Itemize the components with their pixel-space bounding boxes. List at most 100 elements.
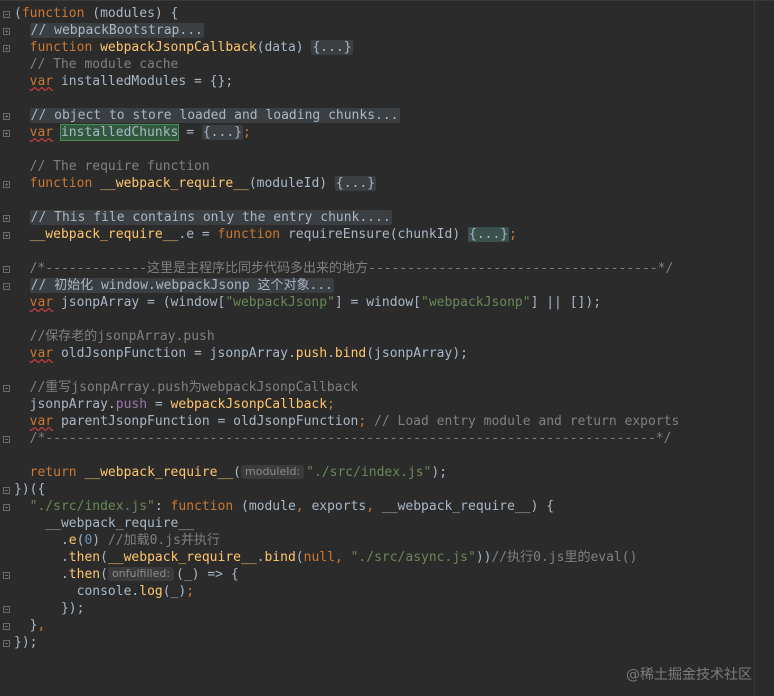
code-line[interactable]: }); bbox=[14, 600, 754, 617]
fold-collapse-icon[interactable] bbox=[3, 283, 10, 290]
code-line[interactable]: // object to store loaded and loading ch… bbox=[14, 107, 754, 124]
code-line[interactable]: (function (modules) { bbox=[14, 5, 754, 22]
code-line[interactable]: var installedModules = {}; bbox=[14, 73, 754, 90]
folded-code-placeholder[interactable]: {...} bbox=[468, 227, 510, 242]
comment-token: /*--------------------------------------… bbox=[29, 431, 672, 446]
fold-expand-icon[interactable] bbox=[3, 45, 10, 52]
code-line[interactable]: // The require function bbox=[14, 158, 754, 175]
code-line[interactable]: var oldJsonpFunction = jsonpArray.push.b… bbox=[14, 345, 754, 362]
fold-collapse-icon[interactable] bbox=[3, 572, 10, 579]
comment-token: // The module cache bbox=[29, 57, 179, 72]
folded-comment[interactable]: // webpackBootstrap... bbox=[29, 23, 204, 38]
string-token: "webpackJsonp" bbox=[225, 295, 335, 310]
code-line[interactable]: // 初始化 window.webpackJsonp 这个对象... bbox=[14, 277, 754, 294]
fold-expand-icon[interactable] bbox=[3, 181, 10, 188]
keyword-token: var bbox=[29, 125, 54, 140]
folded-comment[interactable]: // This file contains only the entry chu… bbox=[29, 210, 392, 225]
code-line[interactable]: function webpackJsonpCallback(data) {...… bbox=[14, 39, 754, 56]
keyword-token: null bbox=[303, 550, 335, 565]
code-line[interactable]: __webpack_require__ bbox=[14, 515, 754, 532]
code-line[interactable]: function __webpack_require__(moduleId) {… bbox=[14, 175, 754, 192]
folded-comment[interactable]: // 初始化 window.webpackJsonp 这个对象... bbox=[29, 278, 334, 293]
code-line[interactable]: __webpack_require__.e = function require… bbox=[14, 226, 754, 243]
folded-code-placeholder[interactable]: {...} bbox=[311, 40, 353, 55]
selected-identifier[interactable]: installedChunks bbox=[59, 124, 180, 141]
fold-expand-icon[interactable] bbox=[3, 28, 10, 35]
code-token: . bbox=[60, 533, 69, 548]
comment-token: //保存老的jsonpArray.push bbox=[29, 329, 215, 344]
keyword-token: function bbox=[21, 6, 85, 21]
code-line[interactable]: var jsonpArray = (window["webpackJsonp"]… bbox=[14, 294, 754, 311]
code-line[interactable]: }); bbox=[14, 634, 754, 651]
folded-comment[interactable]: // object to store loaded and loading ch… bbox=[29, 108, 400, 123]
code-token: )) bbox=[475, 550, 492, 565]
keyword-token: var bbox=[29, 414, 54, 429]
fold-collapse-icon[interactable] bbox=[3, 266, 10, 273]
code-lines[interactable]: (function (modules) { // webpackBootstra… bbox=[14, 5, 754, 685]
code-line[interactable]: // The module cache bbox=[14, 56, 754, 73]
code-token: exports bbox=[303, 499, 367, 514]
code-line[interactable]: //重写jsonpArray.push为webpackJsonpCallback bbox=[14, 379, 754, 396]
fold-collapse-icon[interactable] bbox=[3, 623, 10, 630]
code-line[interactable]: var parentJsonpFunction = oldJsonpFuncti… bbox=[14, 413, 754, 430]
code-line[interactable]: //保存老的jsonpArray.push bbox=[14, 328, 754, 345]
fold-expand-icon[interactable] bbox=[3, 113, 10, 120]
code-token: (moduleId) bbox=[248, 176, 335, 191]
code-token: parentJsonpFunction = oldJsonpFunction bbox=[53, 414, 359, 429]
code-token: }); bbox=[60, 601, 85, 616]
code-line[interactable]: return __webpack_require__(moduleId: "./s… bbox=[14, 464, 754, 481]
code-line[interactable]: "./src/index.js": function (module, expo… bbox=[14, 498, 754, 515]
fold-collapse-icon[interactable] bbox=[3, 11, 10, 18]
code-line[interactable]: /*-------------这里是主程序比同步代码多出来的地方--------… bbox=[14, 260, 754, 277]
function-name-token: __webpack_require__ bbox=[100, 176, 249, 191]
code-line[interactable] bbox=[14, 447, 754, 464]
function-name-token: requireEnsure bbox=[280, 227, 390, 242]
fold-collapse-icon[interactable] bbox=[3, 487, 10, 494]
right-margin-guide bbox=[754, 0, 755, 696]
code-line[interactable] bbox=[14, 311, 754, 328]
function-name-token: __webpack_require__ bbox=[29, 227, 179, 242]
comment-token: // Load entry module and return exports bbox=[366, 414, 680, 429]
code-line[interactable] bbox=[14, 243, 754, 260]
code-token: __webpack_require__ bbox=[45, 516, 195, 531]
fold-collapse-icon[interactable] bbox=[3, 385, 10, 392]
code-line[interactable]: var installedChunks = {...}; bbox=[14, 124, 754, 141]
code-token: ( bbox=[100, 550, 108, 565]
code-line[interactable] bbox=[14, 362, 754, 379]
comment-token: // The require function bbox=[29, 159, 210, 174]
fold-expand-icon[interactable] bbox=[3, 130, 10, 137]
code-line[interactable]: jsonpArray.push = webpackJsonpCallback; bbox=[14, 396, 754, 413]
code-line[interactable]: })({ bbox=[14, 481, 754, 498]
code-line[interactable]: .then(__webpack_require__.bind(null, "./… bbox=[14, 549, 754, 566]
code-line[interactable] bbox=[14, 90, 754, 107]
code-editor[interactable]: (function (modules) { // webpackBootstra… bbox=[0, 0, 774, 696]
fold-expand-icon[interactable] bbox=[3, 232, 10, 239]
code-line[interactable] bbox=[14, 141, 754, 158]
code-line[interactable]: }, bbox=[14, 617, 754, 634]
code-token: .e = bbox=[178, 227, 218, 242]
code-token: . bbox=[60, 567, 69, 582]
fold-expand-icon[interactable] bbox=[3, 215, 10, 222]
code-line[interactable]: /*--------------------------------------… bbox=[14, 430, 754, 447]
keyword-token: function bbox=[29, 176, 93, 191]
folded-code-placeholder[interactable]: {...} bbox=[334, 176, 377, 191]
fold-collapse-icon[interactable] bbox=[3, 436, 10, 443]
top-border bbox=[0, 0, 774, 1]
code-token: })({ bbox=[14, 482, 46, 497]
code-line[interactable]: .then(onfulfilled: (_) => { bbox=[14, 566, 754, 583]
fold-collapse-icon[interactable] bbox=[3, 504, 10, 511]
folded-code-placeholder[interactable]: {...} bbox=[201, 125, 243, 140]
string-token: "./src/index.js" bbox=[306, 465, 432, 480]
code-token: ] = window[ bbox=[334, 295, 421, 310]
fold-collapse-icon[interactable] bbox=[3, 640, 10, 647]
code-token: (jsonpArray); bbox=[366, 346, 468, 361]
code-token: (modules) { bbox=[84, 6, 179, 21]
code-line[interactable]: .e(0) //加载0.js并执行 bbox=[14, 532, 754, 549]
code-token: __webpack_require__) { bbox=[374, 499, 555, 514]
code-token: ( bbox=[295, 550, 304, 565]
code-line[interactable]: // webpackBootstrap... bbox=[14, 22, 754, 39]
code-line[interactable] bbox=[14, 192, 754, 209]
code-line[interactable]: // This file contains only the entry chu… bbox=[14, 209, 754, 226]
fold-collapse-icon[interactable] bbox=[3, 606, 10, 613]
code-line[interactable]: console.log(_); bbox=[14, 583, 754, 600]
